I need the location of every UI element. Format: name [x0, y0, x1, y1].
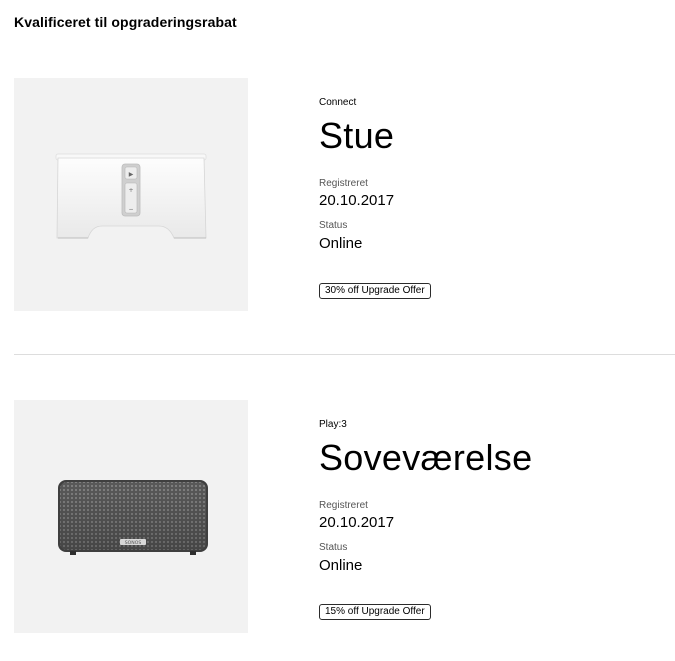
device-image-connect: ▶ + −	[14, 78, 248, 311]
room-name: Soveværelse	[319, 437, 533, 478]
registered-date: 20.10.2017	[319, 514, 395, 531]
device-model: Play:3	[319, 419, 347, 430]
svg-text:−: −	[128, 206, 133, 213]
device-model: Connect	[319, 97, 357, 108]
device-image-play3: SONOS	[14, 400, 248, 633]
sonos-play3-image: SONOS	[58, 480, 208, 555]
svg-text:▶: ▶	[129, 171, 134, 178]
registered-label: Registreret	[319, 178, 368, 189]
device-card[interactable]: SONOS Play:3 Soveværelse Registreret 20.…	[0, 400, 675, 635]
room-name: Stue	[319, 115, 395, 156]
sonos-connect-image: ▶ + −	[55, 153, 207, 239]
status-value: Online	[319, 557, 363, 574]
status-label: Status	[319, 220, 348, 231]
status-value: Online	[319, 235, 363, 252]
upgrade-offer-badge: 15% off Upgrade Offer	[319, 604, 431, 620]
sonos-logo: SONOS	[125, 540, 142, 546]
upgrade-offer-badge: 30% off Upgrade Offer	[319, 283, 431, 299]
device-card[interactable]: ▶ + − Connect Stue Registreret 20.10.201…	[0, 78, 675, 313]
status-label: Status	[319, 542, 348, 553]
divider	[14, 354, 675, 355]
registered-date: 20.10.2017	[319, 192, 395, 209]
registered-label: Registreret	[319, 500, 368, 511]
page-title: Kvalificeret til opgraderingsrabat	[14, 14, 237, 30]
svg-text:+: +	[128, 187, 133, 194]
